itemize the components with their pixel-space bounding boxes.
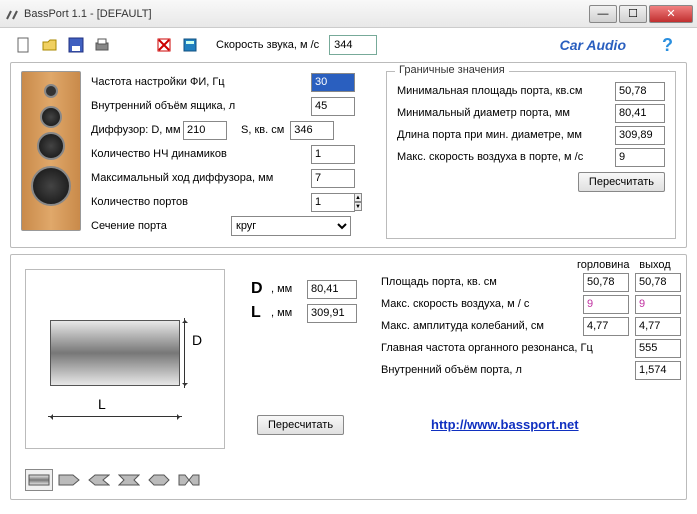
port-panel: D L D, мм L, мм горловинавыход Площадь п… (10, 254, 687, 500)
hdr-throat: горловина (577, 259, 629, 271)
minimize-button[interactable]: — (589, 5, 617, 23)
min-diam-label: Минимальный диаметр порта, мм (397, 107, 615, 119)
xmax-input[interactable] (311, 169, 355, 188)
xmax-label: Максимальный ход диффузора, мм (91, 172, 301, 184)
diff-d-input[interactable] (183, 121, 227, 140)
speaker-image (21, 71, 81, 231)
shape-flare2-icon[interactable] (85, 469, 113, 491)
shape-tube-icon[interactable] (25, 469, 53, 491)
port-l-symbol: L (251, 304, 271, 322)
len-min-label: Длина порта при мин. диаметре, мм (397, 129, 615, 141)
titlebar: BassPort 1.1 - [DEFAULT] — ☐ ✕ (0, 0, 697, 28)
len-min-value[interactable] (615, 126, 665, 145)
section-label: Сечение порта (91, 220, 231, 232)
organ-value[interactable] (635, 339, 681, 358)
pvol-value[interactable] (635, 361, 681, 380)
vel-label: Макс. скорость воздуха, м / с (381, 298, 577, 310)
port-count-label: Количество портов (91, 196, 251, 208)
maximize-button[interactable]: ☐ (619, 5, 647, 23)
new-icon[interactable] (14, 35, 34, 55)
amp-throat[interactable] (583, 317, 629, 336)
min-diam-value[interactable] (615, 104, 665, 123)
port-recalc-button[interactable]: Пересчитать (257, 415, 344, 435)
min-area-value[interactable] (615, 82, 665, 101)
limits-legend: Граничные значения (395, 64, 509, 76)
pvol-label: Внутренний объём порта, л (381, 364, 629, 376)
port-count-down[interactable]: ▼ (354, 202, 362, 211)
limits-fieldset: Граничные значения Минимальная площадь п… (386, 71, 676, 239)
save-icon[interactable] (66, 35, 86, 55)
port-count-input[interactable] (311, 193, 355, 212)
diff-s-input[interactable] (290, 121, 334, 140)
port-shape-tabs (25, 469, 203, 491)
box-vol-label: Внутренний объём ящика, л (91, 100, 251, 112)
amp-label: Макс. амплитуда колебаний, см (381, 320, 577, 332)
port-d-input[interactable] (307, 280, 357, 299)
tune-freq-input[interactable] (311, 73, 355, 92)
shape-double1-icon[interactable] (115, 469, 143, 491)
website-link[interactable]: http://www.bassport.net (431, 417, 579, 432)
diff-s-label: S, кв. см (241, 124, 284, 136)
area-label: Площадь порта, кв. см (381, 276, 577, 288)
organ-label: Главная частота органного резонанса, Гц (381, 342, 629, 354)
port-count-up[interactable]: ▲ (354, 193, 362, 202)
lf-count-input[interactable] (311, 145, 355, 164)
max-vel-value[interactable] (615, 148, 665, 167)
port-d-symbol: D (251, 280, 271, 298)
print-icon[interactable] (92, 35, 112, 55)
delete-icon[interactable] (154, 35, 174, 55)
hdr-exit: выход (629, 259, 681, 271)
port-l-unit: , мм (271, 307, 307, 319)
box-vol-input[interactable] (311, 97, 355, 116)
amp-exit[interactable] (635, 317, 681, 336)
area-exit[interactable] (635, 273, 681, 292)
shape-flare1-icon[interactable] (55, 469, 83, 491)
vel-throat[interactable] (583, 295, 629, 314)
diff-d-label: Диффузор: D, мм (91, 124, 183, 136)
toolbar: Скорость звука, м /с Car Audio ? (0, 28, 697, 62)
min-area-label: Минимальная площадь порта, кв.см (397, 85, 615, 97)
port-diagram: D L (25, 269, 225, 449)
close-button[interactable]: ✕ (649, 5, 693, 23)
shape-double2-icon[interactable] (145, 469, 173, 491)
limits-recalc-button[interactable]: Пересчитать (578, 172, 665, 192)
help-button[interactable]: ? (662, 35, 673, 56)
app-icon (4, 6, 20, 22)
parameters-panel: Частота настройки ФИ, Гц Внутренний объё… (10, 62, 687, 248)
vel-exit[interactable] (635, 295, 681, 314)
sound-speed-input[interactable] (329, 35, 377, 55)
tune-freq-label: Частота настройки ФИ, Гц (91, 76, 251, 88)
car-audio-link[interactable]: Car Audio (560, 37, 626, 53)
port-l-input[interactable] (307, 304, 357, 323)
open-icon[interactable] (40, 35, 60, 55)
sound-speed-label: Скорость звука, м /с (216, 39, 319, 51)
shape-hour-icon[interactable] (175, 469, 203, 491)
section-select[interactable]: круг (231, 216, 351, 236)
window-title: BassPort 1.1 - [DEFAULT] (24, 8, 152, 20)
area-throat[interactable] (583, 273, 629, 292)
max-vel-label: Макс. скорость воздуха в порте, м /с (397, 151, 615, 163)
lf-count-label: Количество НЧ динамиков (91, 148, 251, 160)
calc-icon[interactable] (180, 35, 200, 55)
port-d-unit: , мм (271, 283, 307, 295)
